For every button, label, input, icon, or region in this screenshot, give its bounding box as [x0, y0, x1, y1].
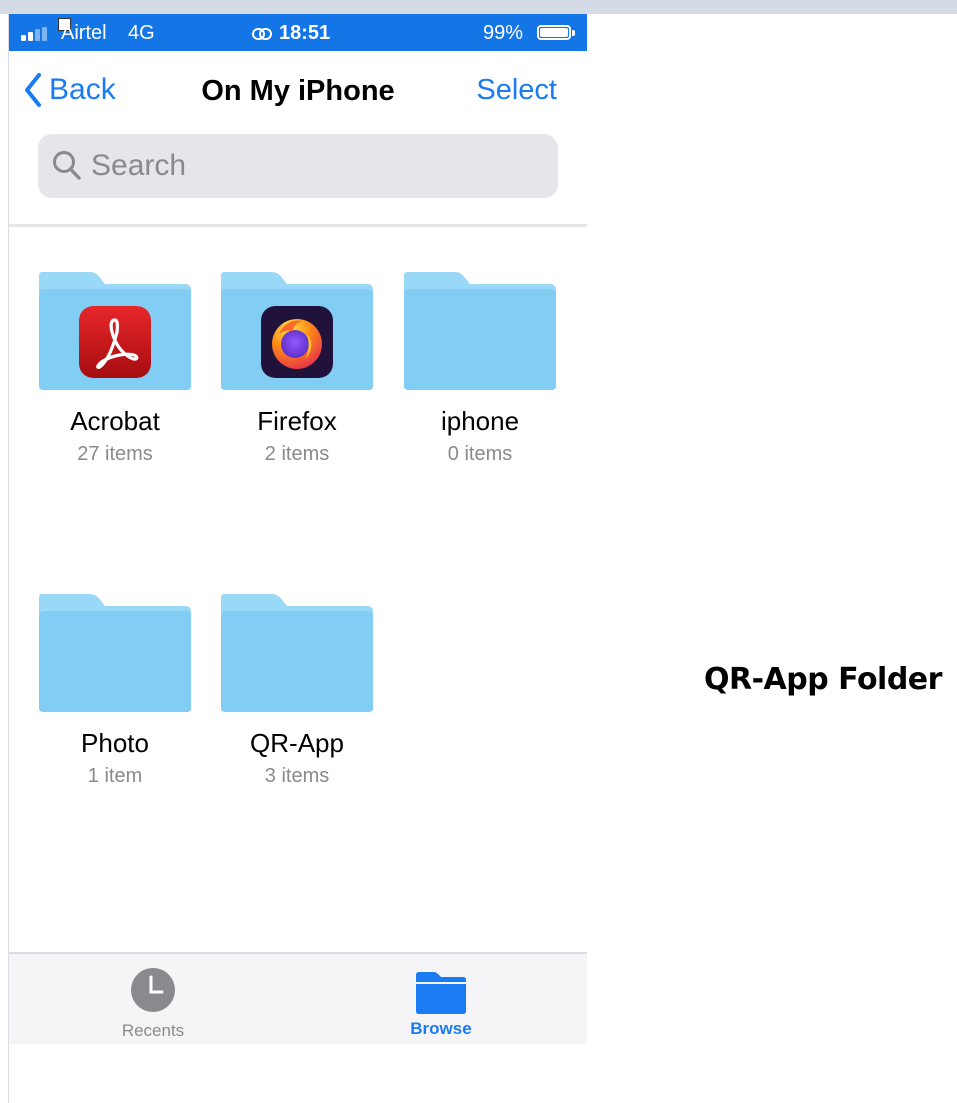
folder-acrobat[interactable]: Acrobat 27 items: [25, 270, 205, 466]
folder-name: Acrobat: [70, 406, 160, 436]
folder-firefox[interactable]: Firefox 2 items: [207, 270, 387, 466]
tab-bar: Recents Browse: [9, 952, 587, 1044]
folder-icon: [39, 270, 191, 390]
carrier-name: Airtel: [61, 22, 107, 44]
folder-photo[interactable]: Photo 1 item: [25, 592, 205, 788]
search-bar[interactable]: [38, 134, 558, 198]
search-icon: [53, 151, 81, 180]
folder-item-count: 3 items: [264, 765, 330, 787]
tab-browse[interactable]: Browse: [361, 954, 521, 1039]
phone-screen: Airtel 4G 18:51 99% Back On My iPhone Se…: [9, 14, 587, 1044]
network-type: 4G: [128, 22, 155, 44]
select-button[interactable]: Select: [476, 74, 557, 107]
folder-icon: [221, 270, 373, 390]
header-separator: [9, 224, 587, 227]
battery-icon: [537, 25, 571, 40]
firefox-icon: [261, 306, 333, 378]
screen-mirroring-icon: [252, 27, 272, 40]
tab-recents[interactable]: Recents: [73, 954, 233, 1041]
folder-item-count: 1 item: [87, 765, 143, 787]
battery-cap: [572, 30, 575, 36]
folder-name: Firefox: [257, 406, 337, 436]
folder-iphone[interactable]: iphone 0 items: [390, 270, 570, 466]
folder-name: QR-App: [250, 728, 344, 758]
folder-name: iphone: [440, 406, 520, 436]
clock: 18:51: [279, 22, 331, 44]
tab-recents-label: Recents: [121, 1021, 185, 1040]
annotation-caption: QR-App Folder: [704, 662, 942, 697]
cellular-signal-icon: [21, 27, 61, 41]
search-input[interactable]: [91, 134, 541, 198]
folder-qr-app[interactable]: QR-App 3 items: [207, 592, 387, 788]
folder-icon: [404, 270, 556, 390]
folder-item-count: 27 items: [77, 443, 153, 465]
tab-browse-label: Browse: [410, 1019, 472, 1038]
screenshot-top-strip: [0, 0, 957, 14]
battery-percent: 99%: [483, 22, 524, 44]
navigation-bar: Back On My iPhone Select: [9, 51, 587, 131]
clock-icon: [131, 968, 175, 1012]
folder-name: Photo: [81, 728, 149, 758]
acrobat-icon: [79, 306, 151, 378]
status-bar: Airtel 4G 18:51 99%: [9, 14, 587, 51]
folder-icon: [221, 592, 373, 712]
folder-item-count: 0 items: [447, 443, 513, 465]
folder-icon: [39, 592, 191, 712]
folder-filled-icon: [416, 972, 466, 1014]
folder-item-count: 2 items: [264, 443, 330, 465]
